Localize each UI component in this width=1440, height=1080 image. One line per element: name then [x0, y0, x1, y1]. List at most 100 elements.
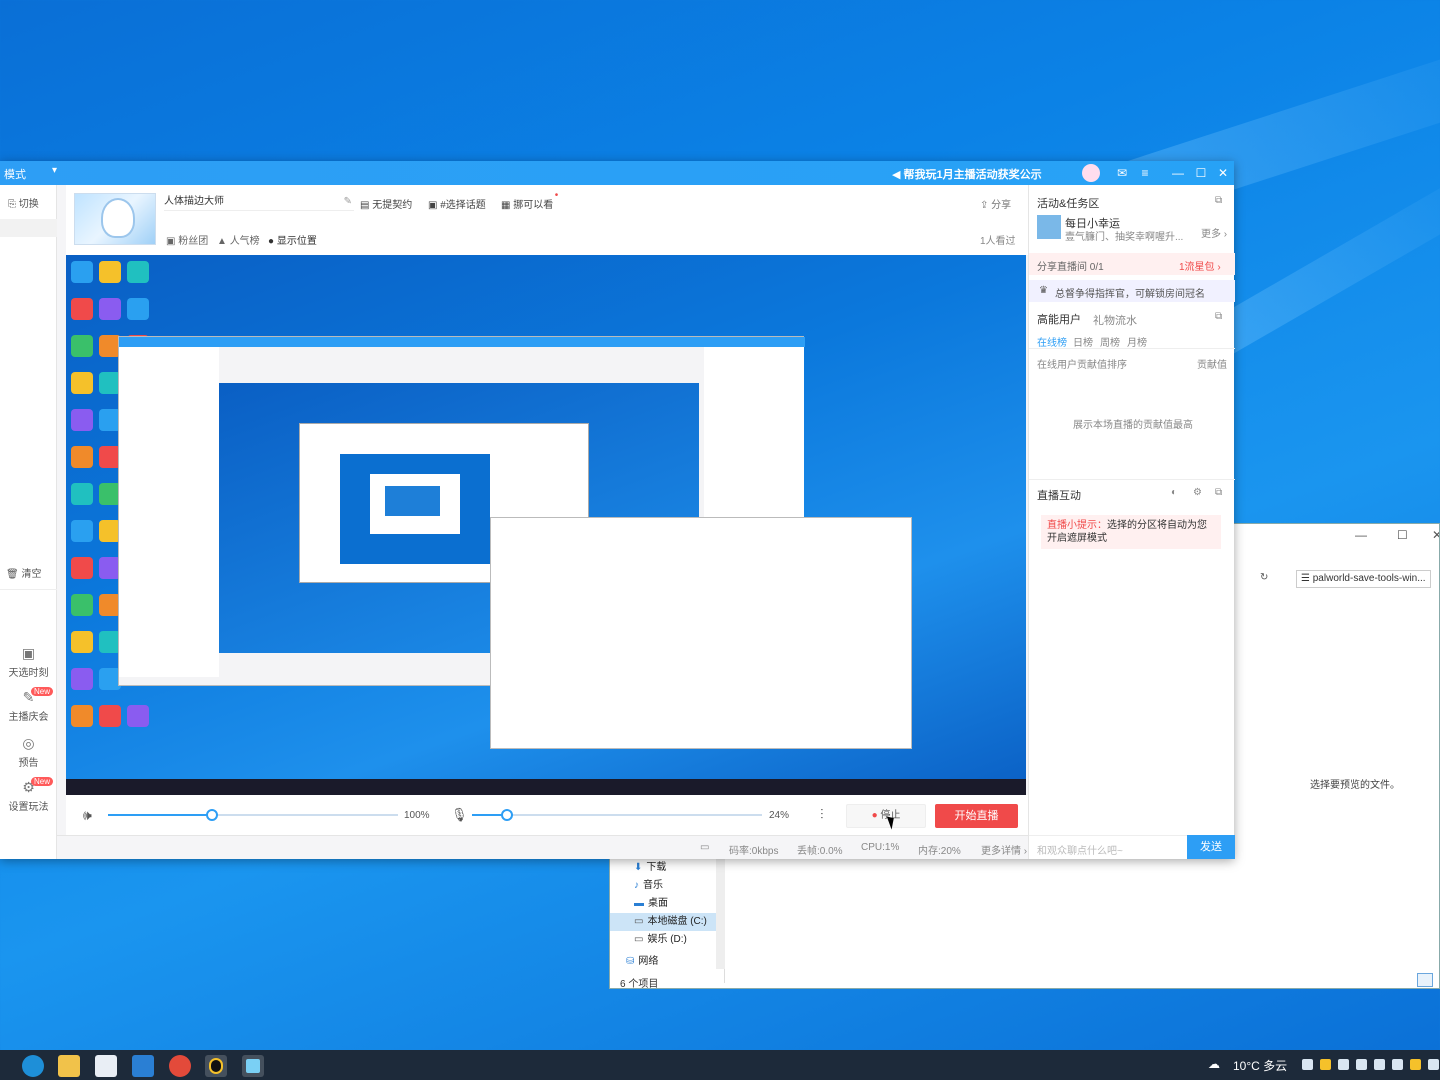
sidebar-scene-row[interactable]	[0, 219, 57, 237]
notice-banner[interactable]: ◀ 帮我玩1月主播活动获奖公示	[892, 166, 1042, 182]
nav-item-music[interactable]: ♪ 音乐	[610, 877, 724, 895]
captured-desktop-icon	[127, 261, 149, 283]
explorer-scrollbar[interactable]	[716, 859, 725, 969]
speaker-icon[interactable]: 🕪︎	[83, 807, 92, 824]
nav-item-drive-d[interactable]: ▭ 娱乐 (D:)	[610, 931, 724, 949]
share-room-row[interactable]: 分享直播间 0/1 1流星包 ›	[1029, 253, 1235, 275]
sidebar-item-lottery[interactable]: ▣ 天选时刻	[0, 645, 57, 679]
edge-icon[interactable]	[22, 1055, 44, 1077]
more-details-link[interactable]: 更多详情 ›	[981, 842, 1027, 857]
status-bar: ▭ 码率:0kbps 丢帧:0.0% CPU:1% 内存:20% 更多详情 ›	[57, 835, 1028, 859]
network-icon[interactable]	[1392, 1059, 1403, 1070]
volume-slider[interactable]	[108, 809, 398, 821]
close-button[interactable]: ✕	[1214, 164, 1232, 182]
gift-flow-tab[interactable]: 礼物流水	[1093, 312, 1137, 328]
chevron-down-icon[interactable]: ▾	[52, 165, 57, 176]
popout-icon[interactable]: ⧉	[1215, 311, 1222, 322]
tray-icon[interactable]	[1338, 1059, 1349, 1070]
tab-daily[interactable]: 日榜	[1073, 334, 1093, 349]
gear-icon[interactable]: ⚙	[1193, 487, 1202, 498]
permission-button[interactable]: ▦ 挪可以看 •	[501, 190, 558, 211]
download-icon: ⬇	[634, 862, 643, 873]
room-cover-avatar[interactable]	[74, 193, 156, 245]
nav-item-desktop[interactable]: ▬ 桌面	[610, 895, 724, 913]
viewer-count: 1人看过	[980, 236, 1016, 247]
left-sidebar: ⎘ 切换 🗑︎ 清空 ▣ 天选时刻 New ✎ 主播庆会 ◎ 预告 New ⚙ 设置玩法	[0, 185, 57, 859]
users-title[interactable]: 高能用户	[1037, 311, 1081, 327]
captured-desktop-icon	[99, 705, 121, 727]
commander-row[interactable]: ♛ 总督争得指挥官，可解锁房间冠名	[1029, 280, 1235, 302]
switch-button[interactable]: ⎘ 切换	[0, 195, 57, 210]
nav-item-drive-c[interactable]: ▭ 本地磁盘 (C:)	[610, 913, 724, 931]
live-preview-stage[interactable]	[66, 255, 1026, 795]
menu-icon[interactable]: ≡	[1136, 164, 1154, 182]
room-title-input[interactable]: 人体描边大师 ✎	[164, 193, 354, 211]
weather-icon[interactable]: ☁	[1208, 1057, 1220, 1071]
explorer-close-button[interactable]: ✕	[1432, 528, 1439, 542]
mail-icon[interactable]	[132, 1055, 154, 1077]
weather-text[interactable]: 10°C 多云	[1233, 1057, 1287, 1074]
captured-desktop-icon	[71, 372, 93, 394]
shield-icon[interactable]	[1320, 1059, 1331, 1070]
music-icon: ♪	[634, 880, 639, 891]
popout-icon[interactable]: ⧉	[1215, 487, 1222, 498]
maximize-button[interactable]: ☐	[1192, 164, 1210, 182]
tab-online[interactable]: 在线榜	[1037, 334, 1067, 349]
explorer-address-field[interactable]: ☰ palworld-save-tools-win...	[1296, 570, 1431, 588]
nav-item-network[interactable]: ⛁ 网络	[610, 953, 724, 971]
chrome-icon[interactable]	[169, 1055, 191, 1077]
go-live-button[interactable]: 开始直播	[935, 804, 1018, 828]
crown-icon: ♛	[1039, 285, 1048, 296]
store-icon[interactable]	[95, 1055, 117, 1077]
live-app-icon[interactable]	[242, 1055, 264, 1077]
user-avatar[interactable]	[1082, 164, 1100, 182]
document-icon: ▤	[360, 200, 373, 211]
audio-icon[interactable]: ◐	[1171, 487, 1177, 498]
send-button[interactable]: 发送	[1187, 835, 1235, 859]
topic-button[interactable]: ▣ #选择话题	[428, 196, 486, 211]
nested-left-panel	[119, 347, 219, 677]
more-link[interactable]: 更多 ›	[1201, 225, 1227, 240]
red-dot-badge: •	[554, 190, 559, 201]
nav-item-downloads[interactable]: ⬇ 下载	[610, 859, 724, 877]
mixer-icon[interactable]: ⫶	[820, 806, 824, 823]
sidebar-item-gameplay[interactable]: New ⚙ 设置玩法	[0, 777, 57, 813]
chat-input[interactable]: 和观众聊点什么吧~	[1029, 835, 1187, 859]
tray-icon[interactable]	[1428, 1059, 1439, 1070]
new-badge: New	[30, 777, 53, 786]
mic-slider[interactable]	[472, 809, 762, 821]
mic-knob[interactable]	[500, 809, 513, 821]
volume-knob[interactable]	[206, 809, 219, 821]
popout-icon[interactable]: ⧉	[1215, 195, 1222, 206]
captured-desktop-icon	[71, 705, 93, 727]
location-toggle[interactable]: ● 显示位置	[268, 232, 317, 247]
folder-icon[interactable]	[58, 1055, 80, 1077]
tab-monthly[interactable]: 月榜	[1127, 334, 1147, 349]
battery-icon[interactable]	[1374, 1059, 1385, 1070]
fans-button[interactable]: ▣ 粉丝团	[166, 232, 208, 247]
tray-icon[interactable]	[1410, 1059, 1421, 1070]
nested-title-bar	[119, 337, 805, 347]
contract-button[interactable]: ▤ 无提契约	[360, 196, 412, 211]
switch-icon: ⎘	[8, 199, 19, 210]
tab-weekly[interactable]: 周榜	[1100, 334, 1120, 349]
refresh-icon[interactable]: ↻	[1260, 572, 1268, 583]
monitor-icon[interactable]: ▭	[700, 842, 709, 853]
microphone-icon[interactable]: 🎙︎	[451, 807, 468, 823]
explorer-minimize-button[interactable]: —	[1355, 528, 1367, 542]
desktop-icon: ▬	[634, 898, 644, 909]
tray-icon[interactable]	[1302, 1059, 1313, 1070]
minimize-button[interactable]: —	[1169, 164, 1187, 182]
explorer-maximize-button[interactable]: ☐	[1397, 528, 1408, 542]
cloud-icon[interactable]	[1356, 1059, 1367, 1070]
captured-desktop-icon	[99, 261, 121, 283]
popularity-button[interactable]: ▲ 人气榜	[217, 232, 260, 247]
details-view-icon[interactable]	[1417, 973, 1433, 987]
share-button[interactable]: ⇪ 分享	[980, 196, 1011, 211]
mail-icon[interactable]: ✉	[1113, 164, 1131, 182]
clear-button[interactable]: 🗑︎ 清空	[0, 565, 57, 580]
sidebar-item-preview[interactable]: ◎ 预告	[0, 735, 57, 769]
qq-icon[interactable]	[205, 1055, 227, 1077]
sidebar-item-party[interactable]: New ✎ 主播庆会	[0, 687, 57, 723]
edit-icon[interactable]: ✎	[344, 193, 352, 211]
